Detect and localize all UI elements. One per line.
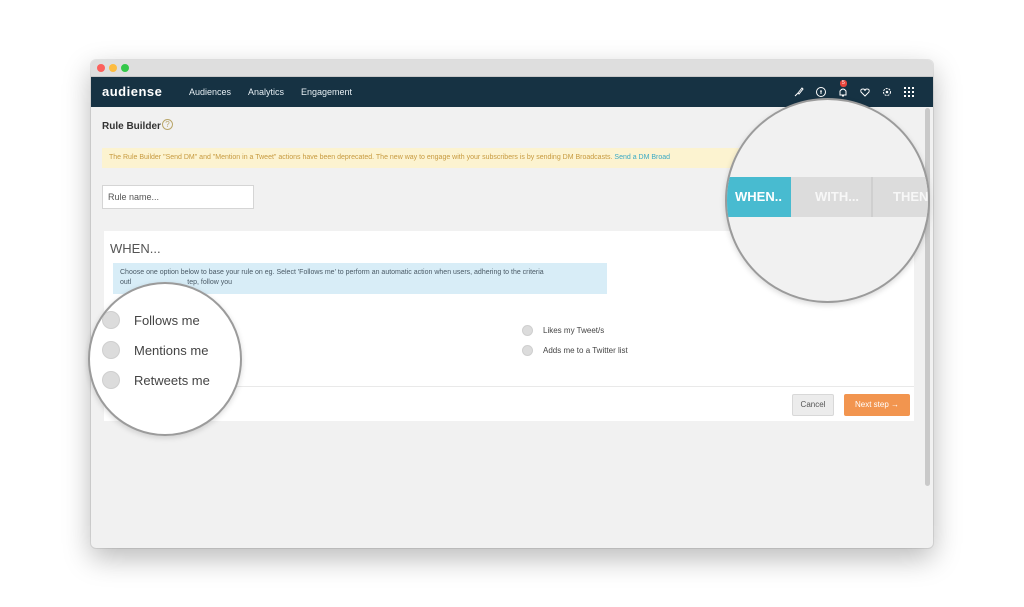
radio-button[interactable] — [102, 341, 120, 359]
radio-button[interactable] — [522, 345, 533, 356]
nav-analytics[interactable]: Analytics — [248, 87, 284, 97]
audiense-logo[interactable]: audiense — [102, 84, 162, 99]
option-label: Follows me — [134, 312, 200, 328]
close-window-button[interactable] — [97, 64, 105, 72]
scrollbar[interactable] — [925, 108, 930, 486]
notification-badge: 5 — [840, 80, 847, 87]
next-step-button[interactable]: Next step → — [844, 394, 910, 416]
cancel-button[interactable]: Cancel — [792, 394, 834, 416]
radio-button[interactable] — [102, 311, 120, 329]
help-icon[interactable]: ? — [162, 119, 173, 130]
radio-button[interactable] — [102, 371, 120, 389]
magnifier-options: Follows me Mentions me Retweets me — [88, 282, 242, 436]
gear-icon[interactable] — [881, 86, 893, 98]
rule-name-input[interactable] — [102, 185, 254, 209]
radio-button[interactable] — [522, 325, 533, 336]
page-title: Rule Builder — [102, 121, 161, 132]
option-adds-me-to-list[interactable]: Adds me to a Twitter list — [522, 345, 628, 356]
magnifier-steps: WHEN... WITH... THEN... — [725, 98, 930, 303]
minimize-window-button[interactable] — [109, 64, 117, 72]
option-label: Adds me to a Twitter list — [543, 346, 628, 355]
option-label: Retweets me — [134, 372, 210, 388]
apps-grid-icon[interactable] — [903, 86, 915, 98]
help-icon[interactable] — [815, 86, 827, 98]
send-dm-broadcast-link[interactable]: Send a DM Broad — [614, 154, 670, 161]
maximize-window-button[interactable] — [121, 64, 129, 72]
nav-icon-group: 5 — [793, 80, 915, 99]
notice-text: The Rule Builder "Send DM" and "Mention … — [109, 154, 615, 161]
option-mentions-me[interactable]: Mentions me — [102, 341, 208, 359]
step-tab-with[interactable]: WITH... — [791, 177, 871, 217]
step-tab-then[interactable]: THEN... — [871, 177, 928, 217]
option-follows-me[interactable]: Follows me — [102, 311, 200, 329]
info-line-1: Choose one option below to base your rul… — [120, 269, 544, 276]
heart-icon[interactable] — [859, 86, 871, 98]
deprecation-notice: The Rule Builder "Send DM" and "Mention … — [102, 148, 742, 168]
option-label: Mentions me — [134, 342, 209, 358]
option-retweets-me[interactable]: Retweets me — [102, 371, 210, 389]
option-likes-my-tweets[interactable]: Likes my Tweet/s — [522, 325, 604, 336]
option-label: Likes my Tweet/s — [543, 326, 605, 335]
rocket-icon[interactable] — [793, 86, 805, 98]
bell-icon[interactable]: 5 — [837, 80, 849, 98]
nav-audiences[interactable]: Audiences — [189, 87, 231, 97]
when-heading: WHEN... — [110, 241, 161, 256]
window-titlebar — [91, 60, 933, 77]
nav-engagement[interactable]: Engagement — [301, 87, 352, 97]
